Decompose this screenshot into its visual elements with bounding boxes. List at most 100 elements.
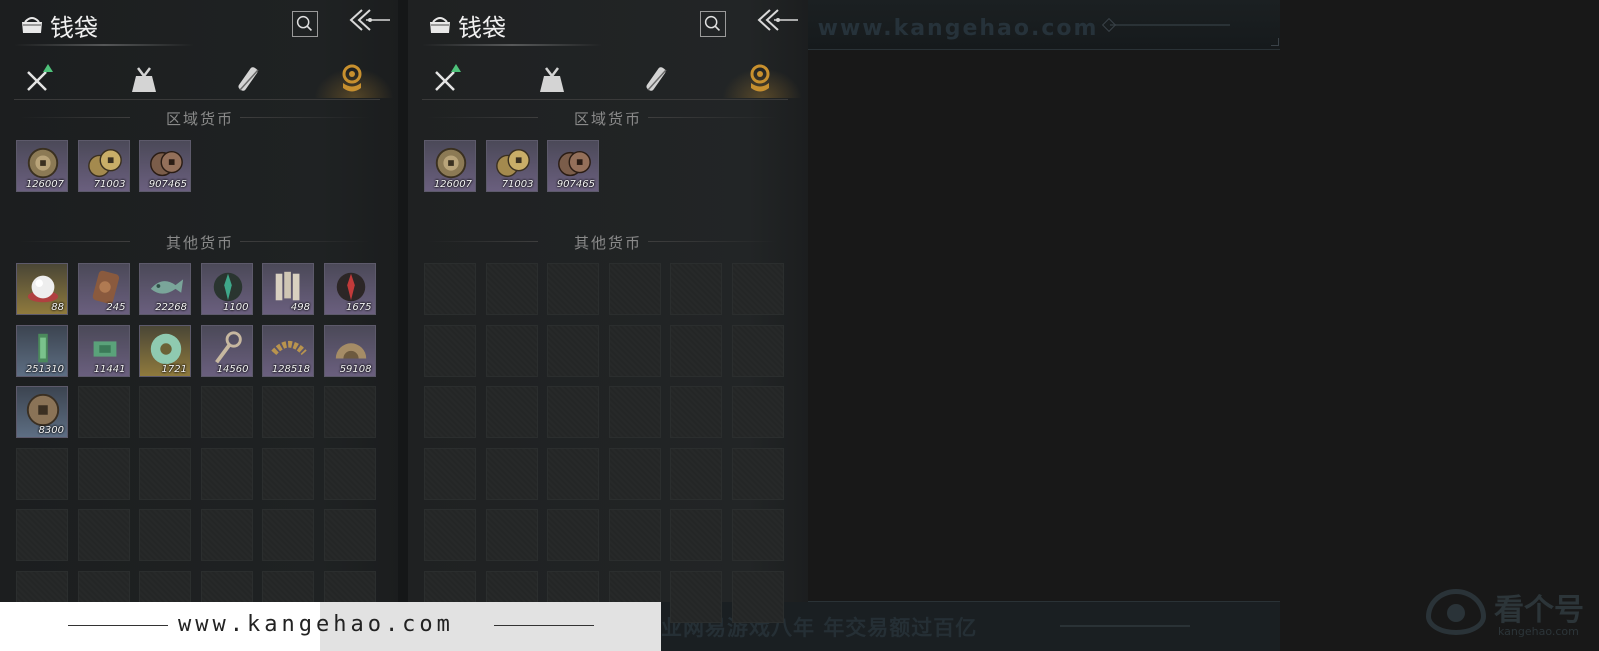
currency-slot[interactable]: 71003 bbox=[485, 140, 538, 192]
section-line bbox=[240, 241, 370, 242]
empty-slot bbox=[670, 509, 722, 561]
banner-corner bbox=[1271, 38, 1279, 46]
empty-slot bbox=[731, 447, 784, 500]
empty-slot bbox=[323, 509, 376, 561]
square-hole-coin-icon bbox=[23, 391, 63, 429]
currency-slot[interactable]: 11441 bbox=[77, 324, 130, 377]
empty-slot bbox=[731, 570, 784, 623]
currency-slot[interactable]: 1721 bbox=[139, 324, 191, 377]
tab-materials[interactable] bbox=[534, 62, 570, 98]
tab-scrolls[interactable] bbox=[638, 62, 674, 98]
search-icon bbox=[296, 15, 313, 32]
item-quantity: 22268 bbox=[155, 302, 187, 313]
empty-slot bbox=[547, 386, 599, 438]
currency-slot[interactable]: 907465 bbox=[139, 140, 191, 192]
item-quantity: 245 bbox=[106, 302, 126, 313]
bottom-ornament bbox=[1060, 625, 1190, 627]
currency-slot[interactable]: 498 bbox=[262, 263, 314, 315]
currency-slot[interactable]: 907465 bbox=[547, 140, 599, 192]
empty-slot bbox=[547, 509, 599, 561]
empty-slot bbox=[262, 447, 314, 500]
empty-slot bbox=[424, 447, 476, 500]
pouch-icon bbox=[540, 67, 564, 92]
site-line bbox=[494, 625, 594, 626]
header-glow bbox=[422, 44, 602, 46]
tab-currency[interactable] bbox=[314, 62, 394, 98]
empty-slot bbox=[731, 509, 784, 561]
jade-ring-icon bbox=[146, 330, 186, 368]
search-button[interactable] bbox=[700, 11, 726, 37]
coin-stack-icon bbox=[342, 64, 362, 92]
bark-plate-icon bbox=[85, 268, 125, 306]
panel-title: 钱袋 bbox=[458, 14, 506, 42]
item-quantity: 1100 bbox=[223, 302, 249, 313]
search-button[interactable] bbox=[292, 11, 318, 37]
empty-slot bbox=[608, 263, 661, 315]
currency-slot[interactable]: 251310 bbox=[16, 324, 68, 377]
copper-coins-icon bbox=[554, 145, 594, 183]
banner-ornament bbox=[1110, 24, 1230, 26]
item-quantity: 126007 bbox=[433, 179, 472, 190]
item-quantity: 59108 bbox=[339, 363, 372, 375]
tab-equipment[interactable] bbox=[20, 62, 56, 98]
double-chevron-left-icon[interactable] bbox=[756, 6, 804, 38]
other-currency-title: 其他货币 bbox=[165, 234, 234, 252]
empty-slot bbox=[77, 386, 130, 438]
jade-tablet-icon bbox=[23, 330, 63, 368]
double-chevron-left-icon[interactable] bbox=[348, 6, 396, 38]
tab-currency[interactable] bbox=[722, 62, 802, 98]
wallet-bag-icon bbox=[22, 17, 42, 33]
currency-slot[interactable]: 88 bbox=[16, 263, 68, 315]
category-tabs bbox=[422, 60, 802, 100]
empty-slot bbox=[485, 263, 538, 315]
currency-slot[interactable]: 126007 bbox=[16, 140, 68, 192]
empty-slot bbox=[77, 447, 130, 500]
empty-slot bbox=[200, 509, 253, 561]
currency-slot[interactable]: 1675 bbox=[323, 263, 376, 315]
empty-slot bbox=[16, 509, 68, 561]
jade-fish-icon bbox=[146, 268, 186, 306]
currency-slot[interactable]: 126007 bbox=[424, 140, 476, 192]
panel-header: 钱袋 bbox=[408, 0, 808, 52]
currency-slot[interactable]: 14560 bbox=[200, 324, 253, 377]
crossed-swords-icon bbox=[27, 64, 53, 91]
brand-name: 看个号 bbox=[1494, 593, 1584, 628]
currency-slot[interactable]: 128518 bbox=[262, 324, 314, 377]
gold-coins-icon bbox=[85, 145, 125, 183]
currency-slot[interactable]: 8300 bbox=[16, 386, 68, 438]
empty-slot bbox=[670, 263, 722, 315]
currency-slot[interactable]: 71003 bbox=[77, 140, 130, 192]
empty-slot bbox=[608, 509, 661, 561]
bronze-coin-icon bbox=[23, 145, 63, 183]
search-icon bbox=[704, 15, 721, 32]
empty-slot bbox=[608, 386, 661, 438]
item-quantity: 14560 bbox=[216, 363, 249, 375]
empty-slot bbox=[77, 509, 130, 561]
pearl-icon bbox=[23, 268, 63, 306]
currency-slot[interactable]: 59108 bbox=[323, 324, 376, 377]
empty-slot bbox=[547, 263, 599, 315]
empty-slot bbox=[608, 324, 661, 377]
other-currency-title: 其他货币 bbox=[573, 234, 642, 252]
bamboo-slips-icon bbox=[269, 268, 309, 306]
tab-materials[interactable] bbox=[126, 62, 162, 98]
fan-coin-icon bbox=[331, 330, 371, 368]
currency-slot[interactable]: 22268 bbox=[139, 263, 191, 315]
scroll-icon bbox=[646, 67, 667, 91]
empty-slot bbox=[262, 386, 314, 438]
banknote-icon bbox=[85, 330, 125, 368]
currency-slot[interactable]: 245 bbox=[77, 263, 130, 315]
section-line bbox=[648, 241, 778, 242]
empty-slot bbox=[485, 447, 538, 500]
empty-slot bbox=[323, 447, 376, 500]
empty-slot bbox=[424, 263, 476, 315]
eye-logo-icon bbox=[1426, 589, 1486, 635]
tab-scrolls[interactable] bbox=[230, 62, 266, 98]
currency-slot[interactable]: 1100 bbox=[200, 263, 253, 315]
coin-stack-icon bbox=[750, 64, 770, 92]
empty-slot bbox=[670, 570, 722, 623]
tab-equipment[interactable] bbox=[428, 62, 464, 98]
section-line bbox=[240, 117, 370, 118]
pouch-icon bbox=[132, 67, 156, 92]
regional-currency-title: 区域货币 bbox=[165, 110, 234, 128]
